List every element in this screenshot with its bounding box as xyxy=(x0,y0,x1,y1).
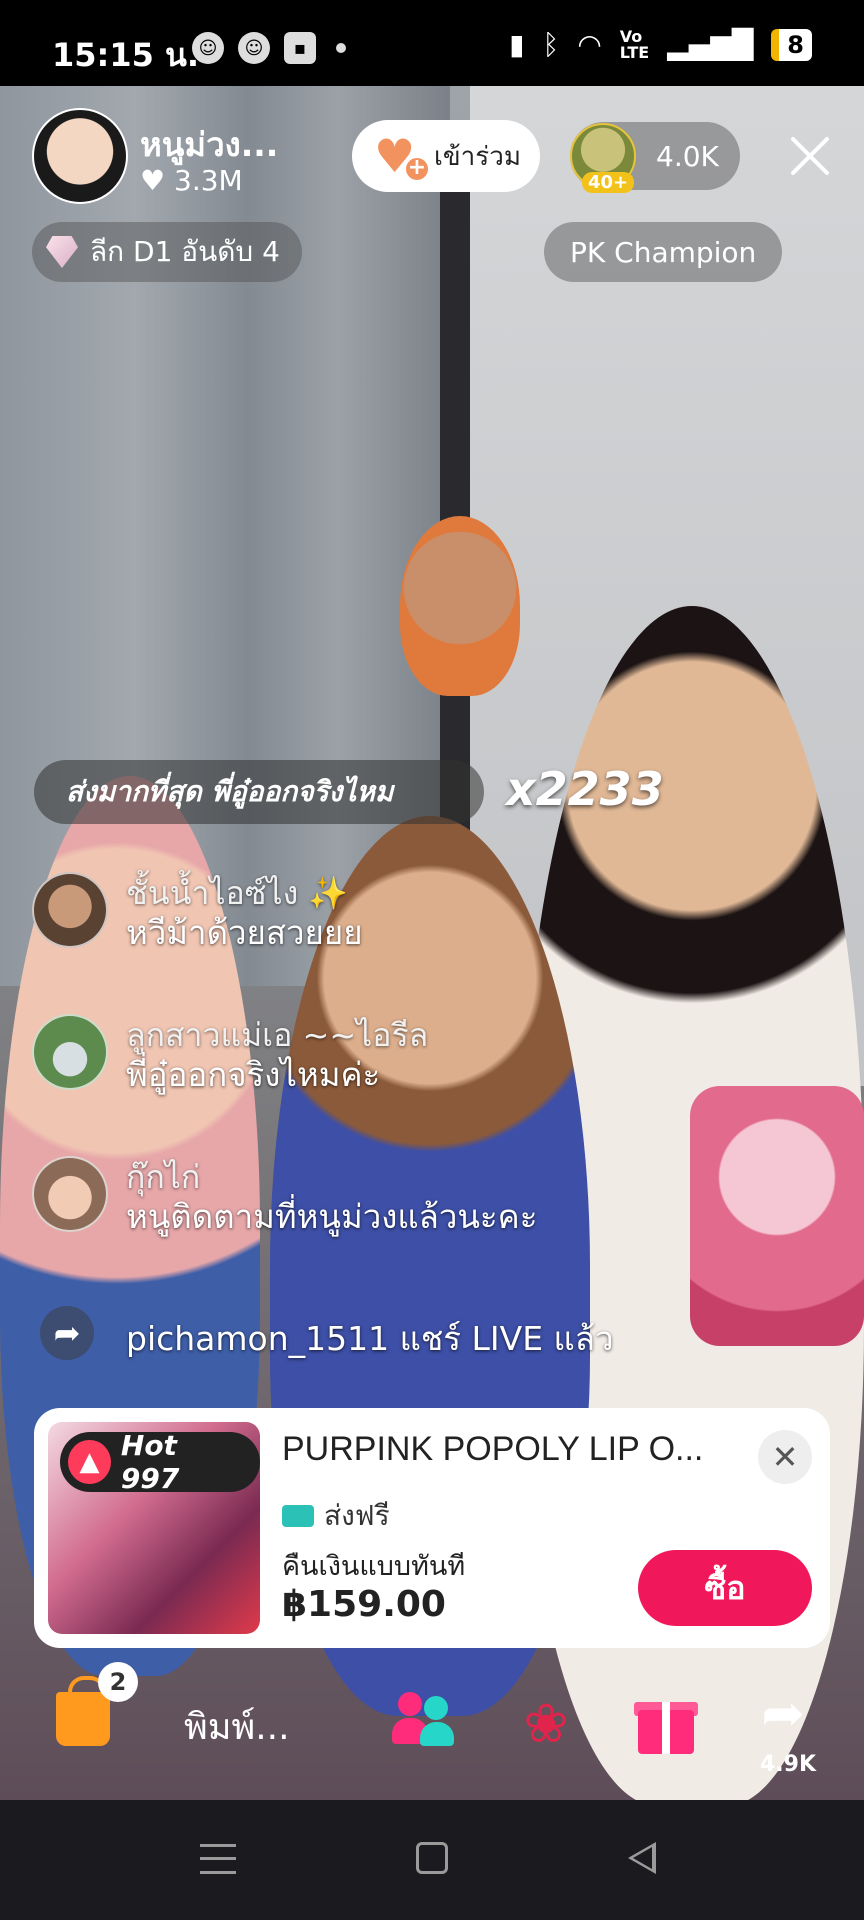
product-card[interactable]: ▲ Hot 997 PURPINK POPOLY LIP O... ✕ ส่งฟ… xyxy=(34,1408,830,1648)
close-icon[interactable] xyxy=(788,134,832,178)
comment-input[interactable]: พิมพ์... xyxy=(184,1698,290,1755)
status-bar: 15:15 น. ☺ ☺ ▪ ▮ ᛒ ◠ Vo LTE ▂▄▆█ 8 xyxy=(0,0,864,86)
person-orange-hair xyxy=(400,516,520,696)
product-title[interactable]: PURPINK POPOLY LIP O... xyxy=(282,1430,703,1469)
flame-icon: ▲ xyxy=(68,1440,111,1484)
shirt-cat-print xyxy=(690,1086,864,1346)
share-notice: ➦ pichamon_1511 แชร์ LIVE แล้ว xyxy=(32,1302,652,1362)
system-icons: ▮ ᛒ ◠ Vo LTE ▂▄▆█ 8 xyxy=(509,28,812,61)
share-count: 4.9K xyxy=(760,1752,817,1777)
refund-info: คืนเงินแบบทันที xyxy=(282,1551,466,1582)
viewer-count: 4.0K xyxy=(656,139,719,173)
commenter-avatar[interactable] xyxy=(32,872,108,948)
signal-icon: ▂▄▆█ xyxy=(667,28,754,61)
volte-icon: Vo LTE xyxy=(619,26,650,62)
hot-badge: ▲ Hot 997 xyxy=(60,1429,260,1495)
viewer-list[interactable]: 40+ 4.0K xyxy=(570,122,740,193)
commenter-avatar[interactable] xyxy=(32,1014,108,1090)
gift-banner-text: ส่งมากที่สุด พี่อู๋ออกจริงไหม xyxy=(66,775,394,808)
host-avatar[interactable] xyxy=(32,108,128,204)
shopping-bag-icon[interactable] xyxy=(56,1676,110,1746)
heart-plus-icon: ♥ + xyxy=(374,133,430,182)
shipping-info: ส่งฟรี xyxy=(282,1494,390,1538)
truck-icon xyxy=(282,1505,314,1527)
comment-text: พี่อู๋ออกจริงไหมค่ะ xyxy=(126,1055,381,1094)
bottom-action-bar: 2 พิมพ์... ❀ ➦ 4.9K xyxy=(0,1662,864,1792)
comment-text: หนูติดตามที่หนูม่วงแล้วนะคะ xyxy=(126,1197,538,1236)
viewer-level-badge: 40+ xyxy=(582,172,635,193)
back-icon[interactable] xyxy=(628,1842,656,1874)
host-likes: ♥ 3.3M xyxy=(140,164,243,197)
product-image[interactable]: ▲ Hot 997 xyxy=(48,1422,260,1634)
host-likes-count: 3.3M xyxy=(174,164,243,197)
pk-label: PK Champion xyxy=(570,235,757,269)
gift-icon[interactable] xyxy=(634,1692,698,1756)
diamond-icon xyxy=(46,236,78,268)
recent-apps-icon[interactable] xyxy=(200,1844,236,1874)
system-navigation-bar xyxy=(0,1800,864,1920)
league-label: ลีก D1 อันดับ 4 xyxy=(90,235,280,268)
battery-level: 8 xyxy=(787,30,804,59)
close-icon[interactable]: ✕ xyxy=(758,1430,812,1484)
gift-combo-count: x2233 xyxy=(506,762,664,816)
bluetooth-icon: ᛒ xyxy=(542,28,560,61)
shipping-label: ส่งฟรี xyxy=(324,1499,390,1532)
app-notification-icon-2: ☺ xyxy=(238,32,270,64)
join-button[interactable]: ♥ + เข้าร่วม xyxy=(352,120,540,192)
top-viewer-avatar[interactable]: 40+ xyxy=(570,123,636,193)
rose-gift-icon[interactable]: ❀ xyxy=(514,1692,578,1756)
product-price: ฿159.00 xyxy=(282,1584,446,1625)
more-notifications-dot xyxy=(336,43,346,53)
cart-badge: 2 xyxy=(98,1662,138,1702)
pk-champion-badge[interactable]: PK Champion xyxy=(544,222,783,282)
heart-icon: ♥ xyxy=(140,164,166,197)
share-arrow-icon: ➦ xyxy=(40,1306,94,1360)
commenter-avatar[interactable] xyxy=(32,1156,108,1232)
league-badge[interactable]: ลีก D1 อันดับ 4 xyxy=(32,222,302,282)
join-label: เข้าร่วม xyxy=(434,141,521,172)
battery-icon: 8 xyxy=(771,28,812,61)
wifi-icon: ◠ xyxy=(577,28,602,61)
share-notice-text: pichamon_1511 แชร์ LIVE แล้ว xyxy=(126,1319,614,1358)
hot-label: Hot 997 xyxy=(120,1429,180,1495)
status-time: 15:15 น. xyxy=(52,36,200,74)
host-profile[interactable]: หนูม่วง... ♥ 3.3M xyxy=(28,108,308,204)
vibrate-icon: ▮ xyxy=(509,28,525,61)
home-icon[interactable] xyxy=(416,1842,448,1874)
app-notification-icon: ☺ xyxy=(192,32,224,64)
gift-banner: ส่งมากที่สุด พี่อู๋ออกจริงไหม xyxy=(34,760,484,824)
comment-text: หวีม้าด้วยสวยยย xyxy=(126,913,363,952)
chat-notification-icon: ▪ xyxy=(284,32,316,64)
share-icon[interactable]: ➦ xyxy=(748,1686,818,1746)
multi-guest-icon[interactable] xyxy=(392,1692,456,1756)
buy-button[interactable]: ซื้อ xyxy=(638,1550,812,1626)
notification-icons: ☺ ☺ ▪ xyxy=(192,32,346,64)
